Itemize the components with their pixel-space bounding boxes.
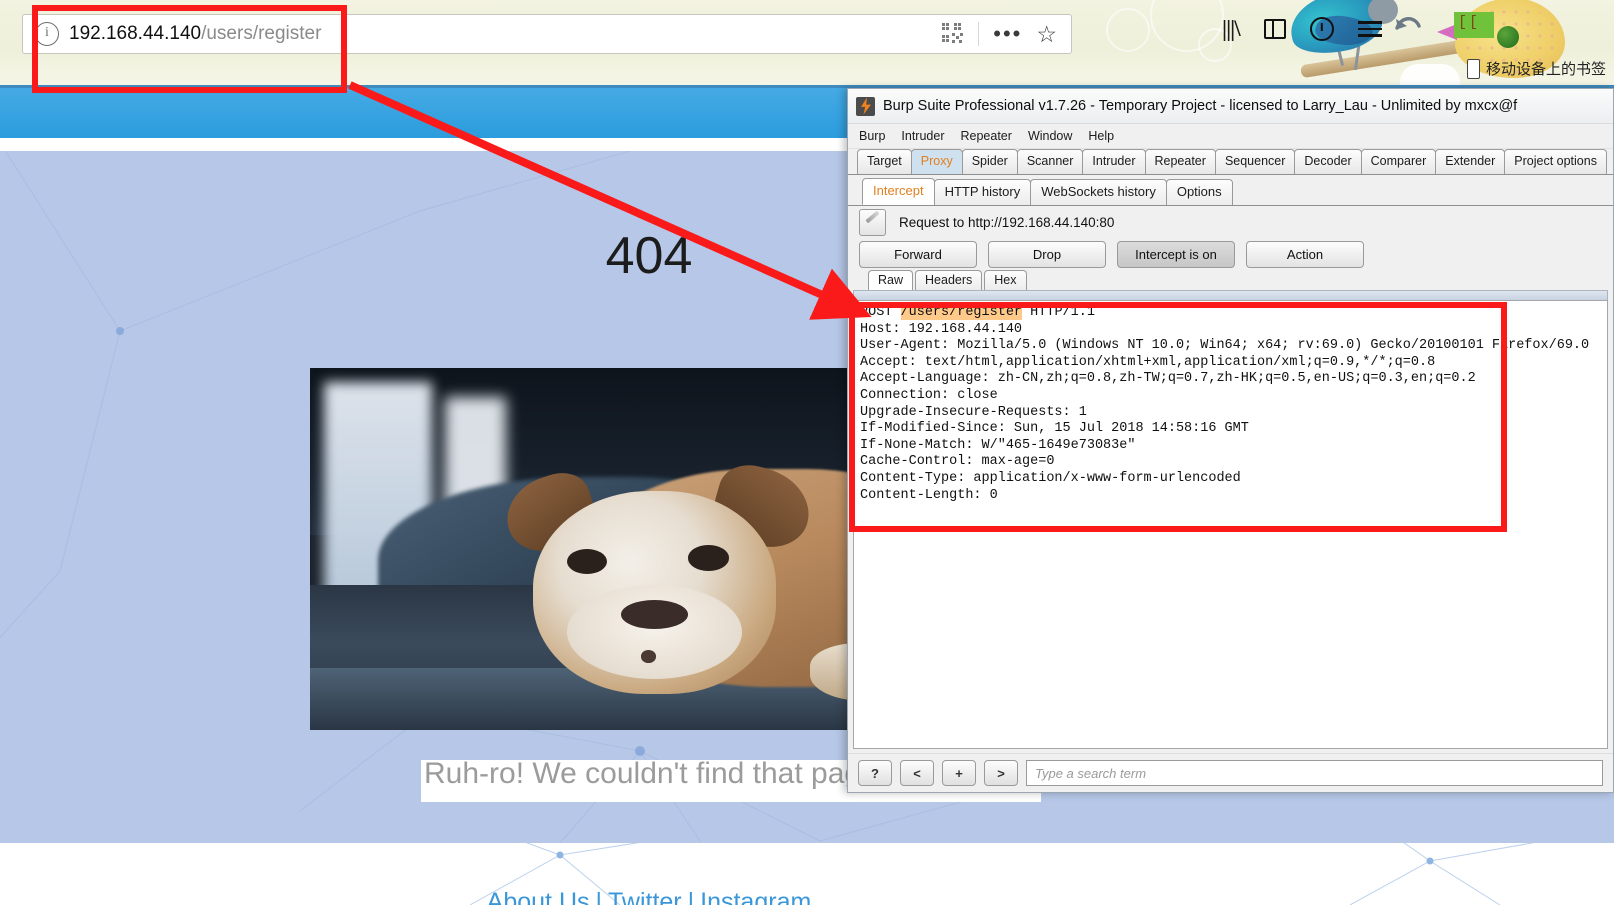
request-header: Connection: close xyxy=(860,387,998,403)
decorative-bird-eye xyxy=(1497,26,1519,48)
link-twitter[interactable]: Twitter xyxy=(608,888,682,905)
menu-intruder[interactable]: Intruder xyxy=(898,128,947,144)
tab-proxy[interactable]: Proxy xyxy=(910,149,963,174)
search-next-button[interactable]: > xyxy=(984,760,1018,786)
url-bar[interactable]: i 192.168.44.140/users/register ••• ☆ xyxy=(22,14,1072,54)
browser-chrome: [[ i 192.168.44.140/users/register ••• ☆… xyxy=(0,0,1614,88)
burp-request-editor[interactable]: POST /users/register HTTP/1.1 Host: 192.… xyxy=(853,300,1608,749)
burp-action-buttons: Forward Drop Intercept is on Action xyxy=(848,238,1613,270)
tab-decoder[interactable]: Decoder xyxy=(1294,149,1362,174)
decorative-cloud xyxy=(1400,64,1460,86)
site-info-icon[interactable]: i xyxy=(35,22,59,46)
burp-main-tabs: Target Proxy Spider Scanner Intruder Rep… xyxy=(848,149,1613,175)
decorative-bubble xyxy=(1106,8,1150,52)
request-header: User-Agent: Mozilla/5.0 (Windows NT 10.0… xyxy=(860,338,1590,354)
request-header: Host: 192.168.44.140 xyxy=(860,321,1023,337)
drop-button[interactable]: Drop xyxy=(988,240,1106,268)
burp-title-bar: Burp Suite Professional v1.7.26 - Tempor… xyxy=(848,89,1613,124)
tab-headers[interactable]: Headers xyxy=(915,270,983,290)
link-instagram[interactable]: Instagram xyxy=(700,888,811,905)
tab-spider[interactable]: Spider xyxy=(961,149,1018,174)
bookmark-item-mobile[interactable]: 移动设备上的书签 xyxy=(1466,58,1606,79)
subtab-intercept[interactable]: Intercept xyxy=(862,178,935,205)
tab-target[interactable]: Target xyxy=(857,149,912,174)
bookmark-star-icon[interactable]: ☆ xyxy=(1036,23,1057,46)
footer-separator: | xyxy=(687,888,695,905)
burp-window-title: Burp Suite Professional v1.7.26 - Tempor… xyxy=(883,98,1518,114)
bookmark-label: 移动设备上的书签 xyxy=(1485,61,1606,78)
forward-button[interactable]: Forward xyxy=(859,240,977,268)
search-add-button[interactable]: + xyxy=(942,760,976,786)
subtab-http-history[interactable]: HTTP history xyxy=(933,179,1032,205)
subtab-websockets-history[interactable]: WebSockets history xyxy=(1030,179,1167,205)
search-input[interactable]: Type a search term xyxy=(1026,760,1603,786)
tab-project-options[interactable]: Project options xyxy=(1504,149,1607,174)
url-host: 192.168.44.140 xyxy=(69,23,202,44)
tab-comparer[interactable]: Comparer xyxy=(1360,149,1437,174)
qr-code-icon[interactable] xyxy=(942,23,964,45)
request-header: Cache-Control: max-age=0 xyxy=(860,454,1055,470)
menu-repeater[interactable]: Repeater xyxy=(958,128,1015,144)
account-icon[interactable] xyxy=(1309,17,1334,41)
editor-top-bar xyxy=(853,290,1608,300)
request-start-line: POST /users/register HTTP/1.1 xyxy=(860,305,1601,322)
tab-hex[interactable]: Hex xyxy=(984,270,1027,290)
action-button[interactable]: Action xyxy=(1246,240,1364,268)
menu-window[interactable]: Window xyxy=(1025,128,1075,144)
urlbar-actions: ••• ☆ xyxy=(942,22,1071,46)
footer-links: About Us | Twitter | Instagram xyxy=(0,888,1298,905)
decorative-green-patch: [[ xyxy=(1454,12,1494,38)
mobile-phone-icon xyxy=(1466,58,1480,79)
burp-bottom-bar: ? < + > Type a search term xyxy=(848,753,1613,792)
link-about-us[interactable]: About Us xyxy=(487,888,590,905)
decorative-swoosh-icon xyxy=(1395,17,1421,30)
more-options-icon[interactable]: ••• xyxy=(993,23,1022,45)
request-header: Upgrade-Insecure-Requests: 1 xyxy=(860,404,1087,420)
help-button[interactable]: ? xyxy=(858,760,892,786)
request-header: Accept: text/html,application/xhtml+xml,… xyxy=(860,354,1436,370)
tab-raw[interactable]: Raw xyxy=(868,270,914,290)
burp-suite-window: Burp Suite Professional v1.7.26 - Tempor… xyxy=(847,88,1614,793)
intercept-toggle-button[interactable]: Intercept is on xyxy=(1117,240,1235,268)
request-header: If-Modified-Since: Sun, 15 Jul 2018 14:5… xyxy=(860,421,1249,437)
edit-pencil-icon[interactable] xyxy=(859,208,886,236)
burp-message-view-tabs: Raw Headers Hex xyxy=(848,270,1613,290)
sidebar-icon[interactable] xyxy=(1263,19,1286,39)
request-header: Content-Type: application/x-www-form-url… xyxy=(860,470,1241,486)
request-method: POST xyxy=(860,305,893,320)
request-path: /users/register xyxy=(900,305,1023,320)
menu-help[interactable]: Help xyxy=(1085,128,1117,144)
toolbar-divider xyxy=(978,22,980,46)
footer-separator: | xyxy=(595,888,603,905)
search-prev-button[interactable]: < xyxy=(900,760,934,786)
url-path: /users/register xyxy=(201,23,322,44)
tab-extender[interactable]: Extender xyxy=(1435,149,1506,174)
burp-logo-icon xyxy=(856,96,875,116)
subtab-options[interactable]: Options xyxy=(1165,179,1233,205)
url-text: 192.168.44.140/users/register xyxy=(69,23,321,45)
tab-repeater[interactable]: Repeater xyxy=(1144,149,1216,174)
tab-sequencer[interactable]: Sequencer xyxy=(1214,149,1296,174)
browser-toolbar-icons: |||\ xyxy=(1222,16,1382,42)
burp-proxy-subtabs: Intercept HTTP history WebSockets histor… xyxy=(848,178,1613,206)
request-target-label: Request to http://192.168.44.140:80 xyxy=(899,214,1115,230)
burp-request-target-row: Request to http://192.168.44.140:80 xyxy=(848,206,1613,238)
menu-burp[interactable]: Burp xyxy=(856,128,888,144)
burp-editor-container: POST /users/register HTTP/1.1 Host: 192.… xyxy=(848,290,1613,753)
hamburger-menu-icon[interactable] xyxy=(1357,21,1382,37)
request-header: If-None-Match: W/"465-1649e73083e" xyxy=(860,437,1136,453)
burp-menu-bar: Burp Intruder Repeater Window Help xyxy=(848,124,1613,149)
search-placeholder: Type a search term xyxy=(1035,765,1147,781)
tab-intruder[interactable]: Intruder xyxy=(1082,149,1146,174)
request-protocol: HTTP/1.1 xyxy=(1030,305,1095,320)
tab-scanner[interactable]: Scanner xyxy=(1016,149,1084,174)
request-header: Accept-Language: zh-CN,zh;q=0.8,zh-TW;q=… xyxy=(860,371,1476,387)
request-header: Content-Length: 0 xyxy=(860,487,998,503)
library-icon[interactable]: |||\ xyxy=(1222,16,1241,42)
